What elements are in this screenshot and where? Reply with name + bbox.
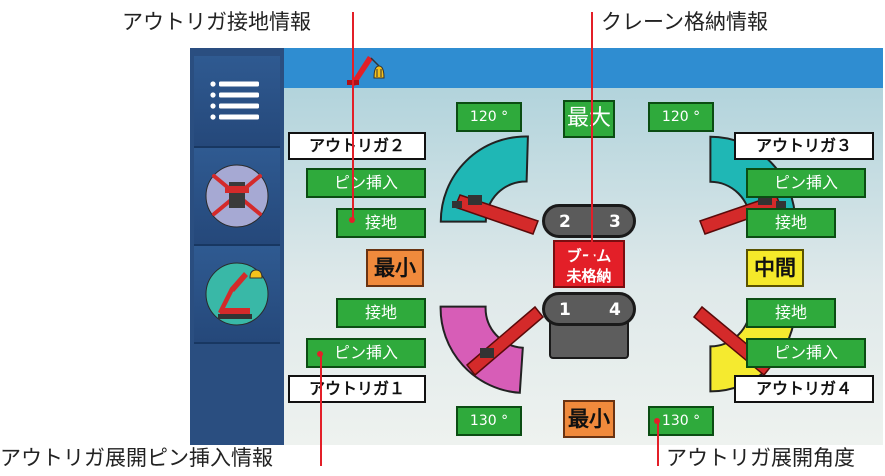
outrigger-2-angle: 120 ° bbox=[456, 102, 522, 132]
outrigger-3-label: アウトリガ３ bbox=[734, 132, 874, 160]
extension-bottom: 最小 bbox=[563, 400, 615, 438]
crane-display-screen: 120 ° 最大 120 ° アウトリガ２ ピン挿入 接地 最小 接地 ピン挿入… bbox=[190, 48, 883, 445]
outrigger-right-extension: 中間 bbox=[746, 249, 804, 287]
callout-outrigger-pin-info: アウトリガ展開ピン挿入情報 bbox=[0, 446, 273, 470]
outrigger-3-pin-status: ピン挿入 bbox=[746, 168, 866, 198]
outrigger-1-pin-status: ピン挿入 bbox=[306, 338, 426, 368]
leader-dot-ground bbox=[349, 217, 355, 223]
leader-line-pin bbox=[320, 354, 322, 466]
outrigger-1-angle: 130 ° bbox=[456, 406, 522, 436]
leader-dot-storage bbox=[588, 253, 594, 259]
pill-number-2: 2 bbox=[559, 212, 571, 232]
outrigger-2-ground-status: 接地 bbox=[336, 208, 426, 238]
outrigger-4-label: アウトリガ４ bbox=[734, 375, 874, 403]
boom-status: ブーム 未格納 bbox=[553, 240, 625, 288]
outrigger-4-pin-status: ピン挿入 bbox=[746, 338, 866, 368]
callout-outrigger-angle: アウトリガ展開角度 bbox=[666, 446, 855, 470]
extension-top: 最大 bbox=[563, 100, 615, 138]
callout-crane-storage-info: クレーン格納情報 bbox=[601, 10, 768, 34]
outrigger-3-ground-status: 接地 bbox=[746, 208, 836, 238]
outrigger-2-label: アウトリガ２ bbox=[288, 132, 426, 160]
boom-status-line2: 未格納 bbox=[566, 267, 612, 285]
leader-line-angle bbox=[657, 421, 659, 466]
leader-dot-angle bbox=[654, 418, 660, 424]
outrigger-3-angle: 120 ° bbox=[648, 102, 714, 132]
pill-number-1: 1 bbox=[559, 300, 571, 320]
leader-line-ground bbox=[352, 12, 354, 220]
outrigger-2-pin-status: ピン挿入 bbox=[306, 168, 426, 198]
outrigger-1-ground-status: 接地 bbox=[336, 298, 426, 328]
pill-number-3: 3 bbox=[609, 212, 621, 232]
leader-line-storage bbox=[591, 12, 593, 256]
callout-outrigger-ground-info: アウトリガ接地情報 bbox=[122, 10, 311, 34]
leader-dot-pin bbox=[317, 351, 323, 357]
outrigger-1-label: アウトリガ１ bbox=[288, 375, 426, 403]
outrigger-left-extension: 最小 bbox=[366, 249, 424, 287]
outrigger-pill-top: 2 3 bbox=[542, 204, 636, 238]
outrigger-pill-bottom: 1 4 bbox=[542, 292, 636, 326]
outrigger-4-ground-status: 接地 bbox=[746, 298, 836, 328]
pill-number-4: 4 bbox=[609, 300, 621, 320]
